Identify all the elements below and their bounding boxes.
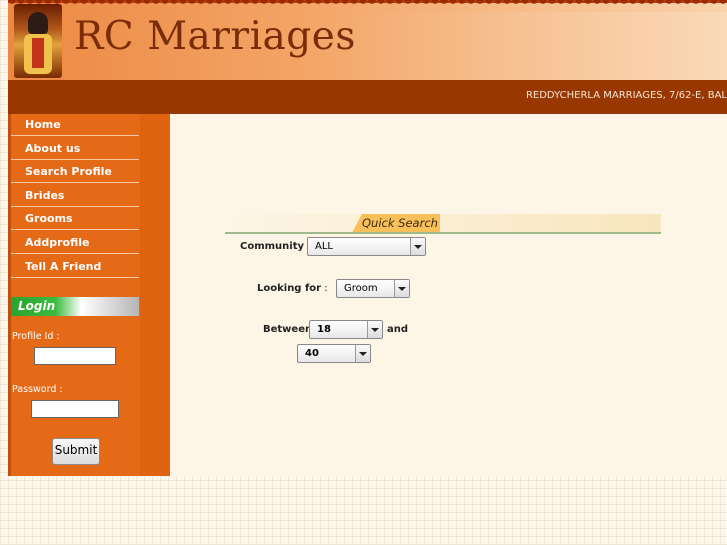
address-marquee: REDDYCHERLA MARRIAGES, 7/62-E, BAL (525, 90, 727, 101)
password-label: Password : (12, 384, 63, 395)
nav-item-home[interactable]: Home (11, 114, 139, 136)
quick-search-divider (225, 232, 661, 234)
chevron-down-icon[interactable] (394, 280, 409, 297)
profile-id-label: Profile Id : (12, 331, 60, 342)
looking-for-label-row: Looking for : (257, 283, 328, 294)
age-to-select[interactable]: 40 (297, 344, 371, 363)
between-label: Between (263, 324, 313, 335)
chevron-down-icon[interactable] (367, 321, 382, 338)
deity-image (14, 4, 62, 78)
age-to-select-value: 40 (305, 348, 319, 359)
community-label-row: Community : (240, 241, 311, 252)
nav-item-brides[interactable]: Brides (11, 185, 139, 207)
site-logo-title[interactable]: RC Marriages (74, 14, 356, 59)
nav-item-grooms[interactable]: Grooms (11, 208, 139, 230)
chevron-down-icon[interactable] (410, 238, 425, 255)
chevron-down-icon[interactable] (355, 345, 370, 362)
quick-search-heading: Quick Search (362, 216, 438, 230)
community-select-value: ALL (315, 241, 333, 252)
looking-for-select[interactable]: Groom (336, 279, 410, 298)
password-input[interactable] (31, 400, 119, 418)
header-fade (316, 12, 727, 80)
community-label: Community (240, 241, 305, 252)
submit-button[interactable]: Submit (52, 438, 100, 465)
header-scallop-border (8, 0, 727, 12)
quick-search-bar (225, 214, 661, 233)
nav-item-about-us[interactable]: About us (11, 138, 139, 160)
looking-for-select-value: Groom (344, 283, 378, 294)
nav-item-addprofile[interactable]: Addprofile (11, 232, 139, 254)
community-select[interactable]: ALL (307, 237, 426, 256)
age-from-select-value: 18 (317, 324, 331, 335)
nav-item-search-profile[interactable]: Search Profile (11, 161, 139, 183)
login-heading: Login (18, 299, 56, 313)
age-from-select[interactable]: 18 (309, 320, 383, 339)
sidebar: Home About us Search Profile Brides Groo… (8, 114, 170, 476)
main-content (170, 114, 727, 476)
profile-id-input[interactable] (34, 347, 116, 365)
looking-for-label: Looking for (257, 283, 322, 294)
and-label: and (387, 324, 409, 335)
nav-item-tell-a-friend[interactable]: Tell A Friend (11, 256, 139, 278)
